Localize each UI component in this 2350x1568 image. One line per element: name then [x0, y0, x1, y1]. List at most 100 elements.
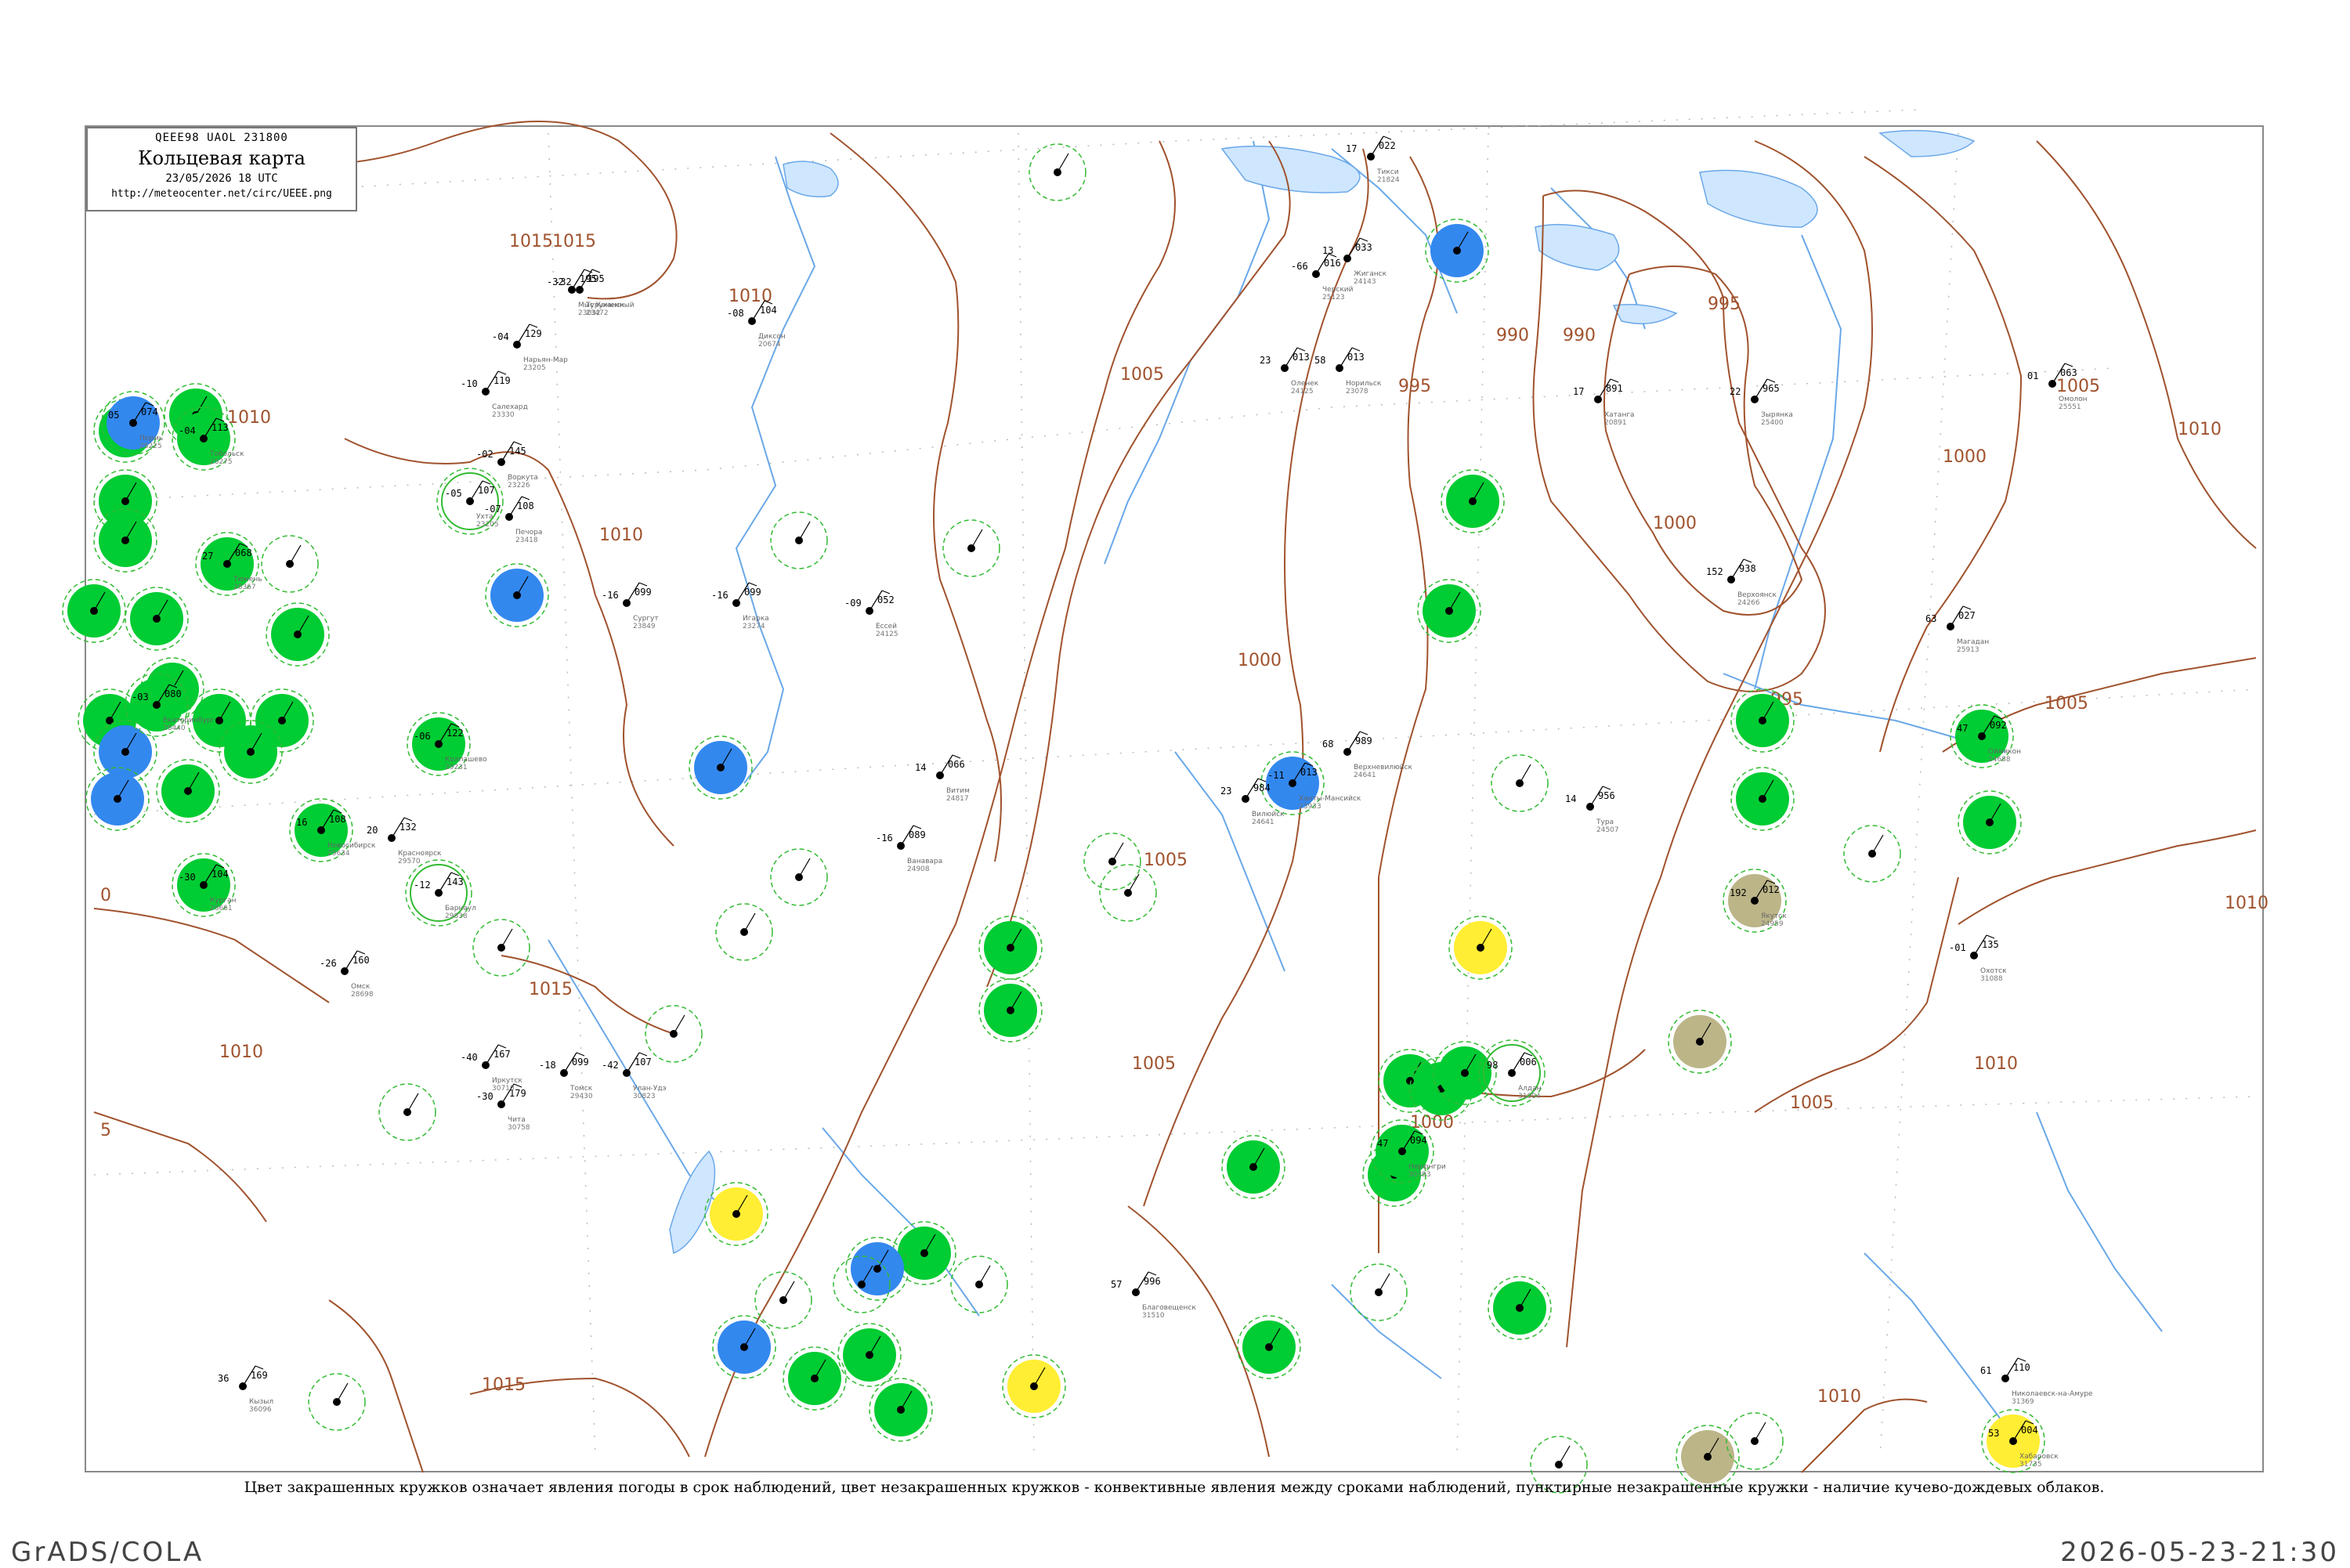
- graticule: [93, 109, 2257, 1458]
- station-plot[interactable]: 63 027 Магадан25913: [1925, 605, 1989, 654]
- station-plot[interactable]: -16 099 Сургут23849: [602, 582, 659, 630]
- station-plot[interactable]: -32 195 Мыс Каменный23032: [547, 269, 634, 317]
- station-plot[interactable]: 57 996 Благовещенск31510: [1111, 1271, 1196, 1320]
- station-plot[interactable]: 16 108 Новосибирск29634: [289, 798, 376, 862]
- isobar-label: 1000: [1238, 651, 1282, 670]
- station-plot[interactable]: 27 068 Тюмень28367: [195, 532, 262, 596]
- station-plot[interactable]: 58 013 Норильск23078: [1314, 347, 1382, 396]
- wind-feather: [403, 817, 413, 822]
- station-temp: -16: [711, 590, 728, 601]
- station-pressure: 169: [251, 1370, 268, 1381]
- station-temp: -16: [602, 590, 619, 601]
- station-name: Ессей: [876, 623, 897, 630]
- station-plot[interactable]: -18 099 Томск29430: [539, 1052, 593, 1100]
- isobar-label: 1005: [1132, 1054, 1176, 1074]
- station-pressure: 013: [1300, 767, 1318, 778]
- wind-feather: [356, 950, 366, 955]
- station-mark: [266, 602, 330, 667]
- station-id: 28698: [351, 991, 374, 999]
- wind-feather: [1296, 347, 1306, 352]
- station-plot[interactable]: 61 110 Николаевск-на-Амуре31369: [1980, 1357, 2093, 1406]
- station-plot[interactable]: 68 989 Верхневилюйск24641: [1322, 731, 1412, 779]
- station-plot[interactable]: -16 099 Игарка23274: [711, 582, 769, 630]
- station-pressure: 938: [1739, 563, 1756, 574]
- station-id: 25400: [1761, 419, 1784, 427]
- station-plot[interactable]: -66 016 Черский25123: [1291, 253, 1354, 302]
- station-pressure: 066: [948, 759, 965, 770]
- station-temp: 14: [915, 762, 926, 773]
- station-plot[interactable]: -40 167 Иркутск30710: [461, 1044, 522, 1093]
- station-temp: 17: [1346, 143, 1357, 154]
- station-name: Тикси: [1376, 168, 1399, 176]
- weather-map[interactable]: 1015 1010 1010 1010 1005 1000 995 990 99…: [0, 0, 2350, 1566]
- station-plot[interactable]: -30 104 Курган28661: [172, 853, 237, 917]
- station-name: Иркутск: [492, 1077, 522, 1085]
- station-name: Барнаул: [445, 905, 476, 912]
- wind-barb: [673, 1014, 685, 1035]
- station-plot[interactable]: -10 119 Салехард23330: [461, 370, 528, 419]
- station-mark: [485, 563, 549, 627]
- station-plot[interactable]: -04 129 Нарьян-Мар23205: [492, 323, 568, 372]
- station-plot[interactable]: -16 089 Ванавара24908: [876, 825, 942, 873]
- station-pressure: 033: [1355, 242, 1372, 253]
- station-pressure: 107: [634, 1057, 652, 1068]
- station-name: Зырянка: [1761, 411, 1793, 419]
- station-mark: [1843, 825, 1901, 883]
- station-plot[interactable]: 53 004 Хабаровск31735: [1981, 1409, 2059, 1473]
- station-name: Мыс Каменный: [578, 302, 634, 309]
- station-name: Магадан: [1957, 638, 1989, 646]
- station-temp: -42: [602, 1060, 619, 1071]
- station-plot[interactable]: -26 160 Омск28698: [320, 950, 374, 999]
- isobar-label: 990: [1563, 326, 1596, 345]
- station-plot[interactable]: -01 135 Охотск31088: [1949, 934, 2007, 983]
- station-temp: 152: [1706, 566, 1723, 577]
- station-plot[interactable]: -12 143 Барнаул29838: [405, 859, 476, 927]
- station-pressure: 108: [329, 814, 346, 825]
- station-temp: -06: [414, 731, 431, 742]
- station-mark: [1491, 754, 1549, 812]
- station-mark: [1002, 1354, 1066, 1418]
- station-plot[interactable]: -05 107Ухта23205: [436, 468, 504, 535]
- station-plot[interactable]: 20 132 Красноярск29570: [367, 817, 442, 865]
- station-plot[interactable]: -09 052 Ессей24125: [844, 590, 898, 638]
- station-mark: [62, 579, 126, 643]
- station-pressure: 132: [400, 822, 417, 833]
- station-mark: [261, 535, 319, 593]
- station-id: 20674: [758, 341, 781, 349]
- station-temp: -26: [320, 958, 337, 969]
- station-plot[interactable]: 14 066 Витим24817: [915, 754, 970, 803]
- wind-feather: [952, 754, 961, 759]
- wind-barb: [1057, 153, 1069, 173]
- station-plot[interactable]: 22 965 Зырянка25400: [1730, 378, 1793, 427]
- station-plot[interactable]: 192 012 Якутск24959: [1723, 869, 1787, 933]
- station-name: Диксон: [758, 333, 786, 341]
- station-plot[interactable]: -11 013 Ханты-Мансийск23933: [1260, 751, 1361, 815]
- wind-barb: [798, 858, 811, 878]
- station-plot[interactable]: 152 938 Верхоянск24266: [1706, 558, 1777, 607]
- station-plot[interactable]: -42 107 Улан-Удэ30823: [602, 1052, 667, 1100]
- station-plot[interactable]: 36 169 Кызыл36096: [218, 1365, 273, 1414]
- station-id: 24507: [1596, 826, 1619, 834]
- station-id: 24641: [1252, 818, 1274, 826]
- station-temp: -32: [547, 276, 564, 287]
- station-id: 23205: [476, 521, 499, 529]
- station-plot[interactable]: 14 956 Тура24507: [1565, 786, 1619, 834]
- isobar-label: 995: [1708, 294, 1741, 314]
- station-plot[interactable]: 23 013 Оленек24125: [1260, 347, 1319, 396]
- station-mark: [704, 1182, 768, 1246]
- station-temp: -07: [484, 504, 501, 515]
- wind-barb: [336, 1382, 349, 1403]
- station-name: Охотск: [1980, 967, 2007, 975]
- station-plot[interactable]: 05 074 Пермь28225: [101, 391, 165, 455]
- station-plot[interactable]: -06 122 Колпашево29231: [407, 712, 487, 776]
- station-name: Верхоянск: [1737, 591, 1777, 599]
- source-url[interactable]: http://meteocenter.net/circ/UEEE.png: [88, 188, 356, 200]
- station-name: Омолон: [2059, 396, 2088, 403]
- station-temp: 17: [1573, 386, 1584, 397]
- station-plot[interactable]: -08 104 Диксон20674: [727, 300, 786, 349]
- isobar-label: 1015: [482, 1375, 526, 1395]
- isobar-label: 1005: [1120, 365, 1164, 385]
- station-name: Воркута: [508, 474, 538, 482]
- wind-barb: [1112, 842, 1124, 862]
- station-id: 24125: [1291, 388, 1314, 396]
